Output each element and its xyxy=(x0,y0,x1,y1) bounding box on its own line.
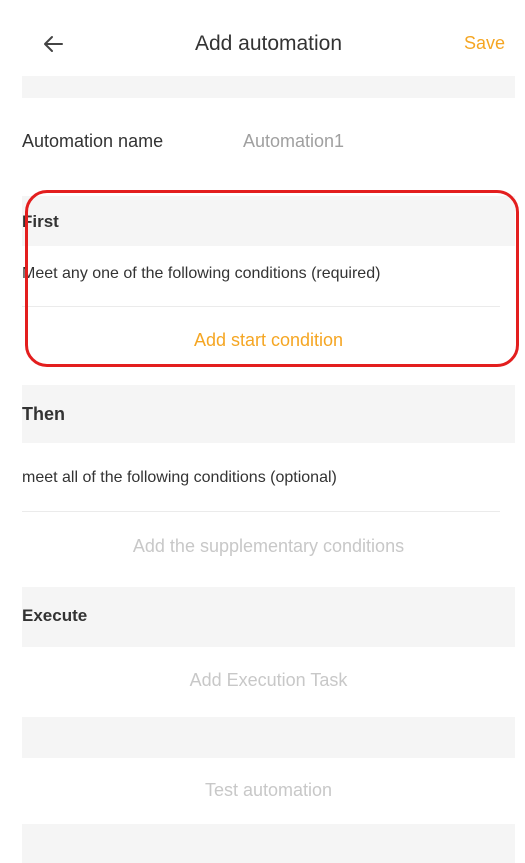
save-button[interactable]: Save xyxy=(464,33,505,54)
then-condition-text: meet all of the following conditions (op… xyxy=(22,469,337,486)
add-supplementary-conditions-button[interactable]: Add the supplementary conditions xyxy=(22,536,515,557)
bottom-strip xyxy=(22,824,515,863)
test-automation-button[interactable]: Test automation xyxy=(22,780,515,801)
then-section-title: Then xyxy=(22,404,65,424)
page-title: Add automation xyxy=(194,32,343,55)
then-condition-block xyxy=(22,443,515,587)
highlight-outline xyxy=(25,190,519,367)
spacer-strip xyxy=(22,717,515,758)
automation-name-label: Automation name xyxy=(22,131,164,151)
then-section-header xyxy=(22,385,515,443)
automation-name-input[interactable]: Automation1 xyxy=(243,131,344,152)
execute-section-header xyxy=(22,587,515,647)
header-separator xyxy=(22,76,515,98)
execute-section-title: Execute xyxy=(22,606,88,625)
add-automation-screen: Add automation Save Automation name Auto… xyxy=(0,0,525,863)
add-execution-task-button[interactable]: Add Execution Task xyxy=(22,670,515,691)
then-divider xyxy=(22,511,500,512)
